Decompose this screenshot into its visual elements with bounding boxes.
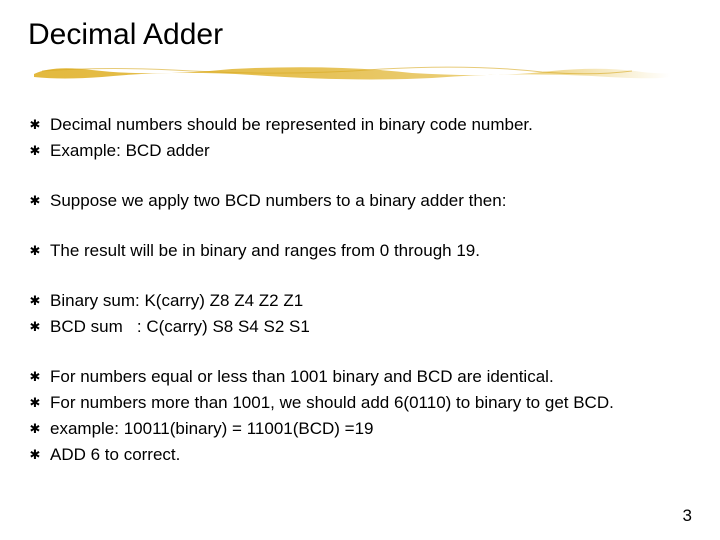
bullet-list: ✱ Decimal numbers should be represented …	[28, 113, 692, 467]
list-item: ✱ Decimal numbers should be represented …	[28, 113, 692, 137]
list-item: ✱ The result will be in binary and range…	[28, 239, 692, 263]
list-item-text: Decimal numbers should be represented in…	[50, 113, 692, 137]
bullet-icon: ✱	[28, 443, 42, 467]
list-item-text: For numbers equal or less than 1001 bina…	[50, 365, 692, 389]
list-item: ✱ For numbers more than 1001, we should …	[28, 391, 692, 415]
bullet-icon: ✱	[28, 289, 42, 313]
list-item-text: ADD 6 to correct.	[50, 443, 692, 467]
brush-underline-icon	[32, 62, 672, 82]
bullet-group: ✱ Binary sum: K(carry) Z8 Z4 Z2 Z1 ✱ BCD…	[28, 289, 692, 339]
list-item-text: BCD sum : C(carry) S8 S4 S2 S1	[50, 315, 692, 339]
bullet-icon: ✱	[28, 417, 42, 441]
page-number: 3	[683, 506, 692, 526]
bullet-icon: ✱	[28, 189, 42, 213]
bullet-icon: ✱	[28, 315, 42, 339]
bullet-group: ✱ For numbers equal or less than 1001 bi…	[28, 365, 692, 467]
list-item: ✱ For numbers equal or less than 1001 bi…	[28, 365, 692, 389]
list-item-text: Suppose we apply two BCD numbers to a bi…	[50, 189, 692, 213]
page-title: Decimal Adder	[28, 18, 692, 52]
list-item: ✱ Example: BCD adder	[28, 139, 692, 163]
list-item-text: For numbers more than 1001, we should ad…	[50, 391, 692, 415]
slide: Decimal Adder ✱ Decimal numbers should b…	[0, 0, 720, 540]
list-item: ✱ example: 10011(binary) = 11001(BCD) =1…	[28, 417, 692, 441]
list-item: ✱ Binary sum: K(carry) Z8 Z4 Z2 Z1	[28, 289, 692, 313]
bullet-icon: ✱	[28, 113, 42, 137]
bullet-icon: ✱	[28, 365, 42, 389]
list-item: ✱ Suppose we apply two BCD numbers to a …	[28, 189, 692, 213]
list-item: ✱ ADD 6 to correct.	[28, 443, 692, 467]
bullet-group: ✱ Decimal numbers should be represented …	[28, 113, 692, 163]
bullet-icon: ✱	[28, 139, 42, 163]
bullet-icon: ✱	[28, 391, 42, 415]
list-item-text: Example: BCD adder	[50, 139, 692, 163]
list-item-text: The result will be in binary and ranges …	[50, 239, 692, 263]
bullet-group: ✱ The result will be in binary and range…	[28, 239, 692, 263]
list-item: ✱ BCD sum : C(carry) S8 S4 S2 S1	[28, 315, 692, 339]
list-item-text: Binary sum: K(carry) Z8 Z4 Z2 Z1	[50, 289, 692, 313]
bullet-icon: ✱	[28, 239, 42, 263]
bullet-group: ✱ Suppose we apply two BCD numbers to a …	[28, 189, 692, 213]
list-item-text: example: 10011(binary) = 11001(BCD) =19	[50, 417, 692, 441]
